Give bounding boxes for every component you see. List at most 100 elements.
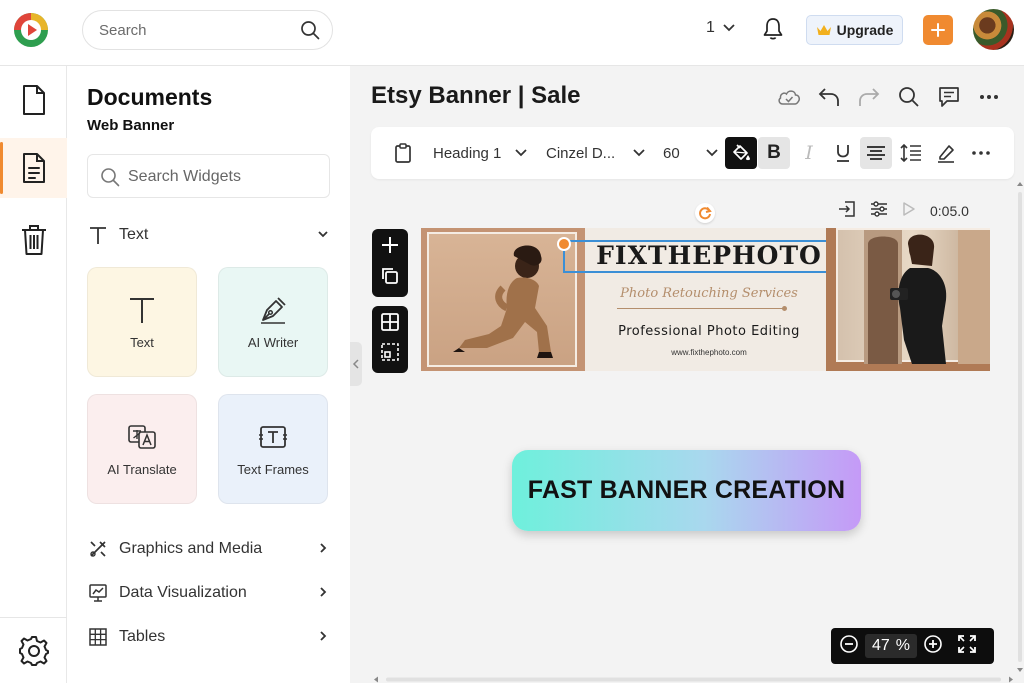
zoom-control: 47 % xyxy=(831,628,994,664)
create-button[interactable] xyxy=(923,15,953,45)
widget-search-input[interactable]: Search Widgets xyxy=(87,154,330,198)
app-logo[interactable] xyxy=(13,12,49,48)
widget-search-placeholder: Search Widgets xyxy=(128,168,241,185)
add-icon[interactable] xyxy=(381,236,399,259)
enter-icon[interactable] xyxy=(838,200,856,221)
duplicate-icon[interactable] xyxy=(381,267,399,290)
play-icon[interactable] xyxy=(902,201,916,220)
avatar[interactable] xyxy=(973,9,1014,50)
bell-icon xyxy=(763,18,783,40)
text-style-value: Heading 1 xyxy=(433,144,502,162)
bold-icon: B xyxy=(767,142,781,163)
align-center-button[interactable] xyxy=(860,137,892,169)
highlight-button[interactable] xyxy=(930,137,962,169)
grid-icon[interactable] xyxy=(381,313,399,336)
sliders-icon[interactable] xyxy=(870,200,888,221)
undo-icon[interactable] xyxy=(816,84,842,110)
banner-tagline[interactable]: Photo Retouching Services xyxy=(595,286,823,301)
layout-tools xyxy=(372,306,408,373)
line-spacing-button[interactable] xyxy=(895,137,927,169)
text-icon xyxy=(130,297,154,323)
banner-canvas[interactable]: FIXTHEPHOTO Photo Retouching Services Pr… xyxy=(421,228,990,371)
clipboard-icon xyxy=(395,143,411,163)
italic-icon: I xyxy=(805,142,813,164)
widget-card-ai-writer[interactable]: AI Writer xyxy=(218,267,328,377)
underline-button[interactable] xyxy=(827,137,859,169)
vertical-scrollbar[interactable] xyxy=(1016,180,1024,680)
document-title[interactable]: Etsy Banner | Sale xyxy=(371,82,580,110)
cloud-sync-icon[interactable] xyxy=(776,84,802,110)
search-icon[interactable] xyxy=(300,20,320,45)
text-style-dropdown[interactable]: Heading 1 xyxy=(433,137,528,169)
font-size-value: 60 xyxy=(663,144,680,162)
chevron-down-icon xyxy=(318,231,328,238)
search-icon[interactable] xyxy=(896,84,922,110)
upgrade-label: Upgrade xyxy=(836,22,894,38)
page-selector[interactable]: 1 xyxy=(706,19,735,37)
widget-card-text[interactable]: Text xyxy=(87,267,197,377)
duration-label: 0:05.0 xyxy=(930,202,969,219)
zoom-in-button[interactable] xyxy=(923,634,943,659)
section-tables[interactable]: Tables xyxy=(87,624,330,650)
chevron-right-icon xyxy=(320,587,327,597)
rotate-icon xyxy=(699,206,712,220)
crown-icon xyxy=(816,25,831,35)
more-icon xyxy=(972,151,990,155)
selection-handle[interactable] xyxy=(557,237,571,251)
bold-button[interactable]: B xyxy=(758,137,790,169)
upgrade-button[interactable]: Upgrade xyxy=(806,15,903,45)
section-data-visualization[interactable]: Data Visualization xyxy=(87,580,330,606)
chart-icon xyxy=(87,583,109,603)
fill-color-button[interactable] xyxy=(725,137,757,169)
rail-settings[interactable] xyxy=(0,621,67,681)
widget-card-ai-translate[interactable]: AI Translate xyxy=(87,394,197,504)
underline-icon xyxy=(837,145,849,162)
notifications-button[interactable] xyxy=(762,17,784,46)
chevron-left-icon xyxy=(352,359,359,369)
clipboard-button[interactable] xyxy=(387,137,419,169)
widget-panel: Documents Web Banner Search Widgets Text… xyxy=(67,66,350,683)
section-graphics-media[interactable]: Graphics and Media xyxy=(87,536,330,562)
left-rail xyxy=(0,66,67,683)
seated-model-image xyxy=(453,245,553,358)
horizontal-scrollbar[interactable] xyxy=(372,676,1017,683)
banner-brand-text[interactable]: FIXTHEPHOTO xyxy=(595,241,823,270)
paint-bucket-icon xyxy=(733,144,750,161)
align-center-icon xyxy=(867,146,885,160)
highlighter-icon xyxy=(938,145,954,163)
select-area-icon[interactable] xyxy=(381,343,399,366)
banner-url[interactable]: www.fixthephoto.com xyxy=(595,348,823,357)
card-label: AI Translate xyxy=(107,461,177,477)
promo-badge: FAST BANNER CREATION xyxy=(512,450,861,531)
more-options-button[interactable] xyxy=(965,137,997,169)
rail-pages[interactable] xyxy=(0,138,67,198)
widget-card-text-frames[interactable]: Text Frames xyxy=(218,394,328,504)
line-spacing-icon xyxy=(900,143,921,163)
zoom-in-icon xyxy=(924,634,942,653)
rail-trash[interactable] xyxy=(0,210,67,270)
banner-headline[interactable]: Professional Photo Editing xyxy=(595,324,823,339)
search-input[interactable]: Search xyxy=(82,10,333,50)
section-label: Tables xyxy=(119,628,166,645)
banner-divider xyxy=(617,306,787,311)
zoom-out-button[interactable] xyxy=(839,634,859,659)
panel-collapse-handle[interactable] xyxy=(350,342,362,386)
font-family-value: Cinzel D... xyxy=(546,144,616,162)
zoom-value-field[interactable]: 47 % xyxy=(865,634,917,658)
font-size-dropdown[interactable]: 60 xyxy=(663,137,718,169)
chevron-right-icon xyxy=(320,543,327,553)
page-number: 1 xyxy=(706,19,715,36)
more-icon[interactable] xyxy=(976,84,1002,110)
banner-right-photo[interactable] xyxy=(826,228,990,371)
panel-subtitle: Web Banner xyxy=(87,117,175,134)
panel-title: Documents xyxy=(87,84,213,110)
redo-icon[interactable] xyxy=(856,84,882,110)
rotate-handle[interactable] xyxy=(695,203,715,223)
section-label: Graphics and Media xyxy=(119,540,263,557)
fullscreen-button[interactable] xyxy=(957,634,977,659)
comment-icon[interactable] xyxy=(936,84,962,110)
section-text[interactable]: Text xyxy=(87,222,330,248)
italic-button[interactable]: I xyxy=(793,137,825,169)
rail-documents[interactable] xyxy=(0,70,67,130)
font-family-dropdown[interactable]: Cinzel D... xyxy=(546,137,645,169)
